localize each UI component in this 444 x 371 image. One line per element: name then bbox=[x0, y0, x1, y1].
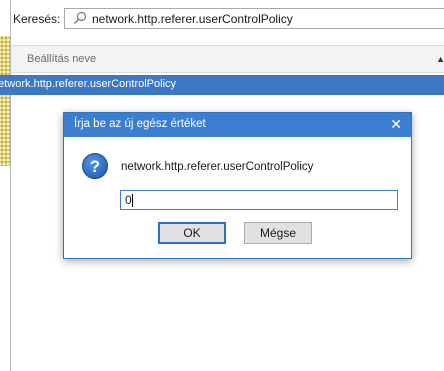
search-bar: Keresés: network.http.referer.userContro… bbox=[11, 0, 444, 36]
search-label: Keresés: bbox=[13, 12, 61, 26]
search-icon bbox=[74, 11, 87, 24]
sort-ascending-icon: ▲ bbox=[436, 54, 444, 64]
dialog-title-bar: Írja be az új egész értéket ✕ bbox=[64, 113, 411, 137]
selected-preference-row[interactable]: network.http.referer.userControlPolicy bbox=[0, 75, 444, 95]
ok-button[interactable]: OK bbox=[158, 222, 226, 244]
value-input[interactable]: 0 bbox=[120, 190, 398, 210]
column-header-label: Beállítás neve bbox=[27, 53, 97, 65]
preference-name-cell: network.http.referer.userControlPolicy bbox=[0, 78, 177, 90]
text-caret bbox=[132, 194, 133, 207]
value-input-text: 0 bbox=[125, 193, 132, 207]
search-input[interactable]: network.http.referer.userControlPolicy bbox=[64, 8, 444, 29]
close-icon[interactable]: ✕ bbox=[390, 116, 402, 133]
dialog-title: Írja be az új egész értéket bbox=[74, 118, 206, 130]
svg-text:?: ? bbox=[90, 157, 100, 176]
integer-value-dialog: Írja be az új egész értéket ✕ ? network.… bbox=[63, 112, 412, 259]
column-header-preference-name[interactable]: Beállítás neve ▲ bbox=[11, 45, 444, 73]
dialog-message: network.http.referer.userControlPolicy bbox=[121, 161, 314, 173]
cancel-button[interactable]: Mégse bbox=[244, 222, 312, 244]
search-value: network.http.referer.userControlPolicy bbox=[92, 12, 293, 26]
question-icon: ? bbox=[82, 153, 108, 179]
